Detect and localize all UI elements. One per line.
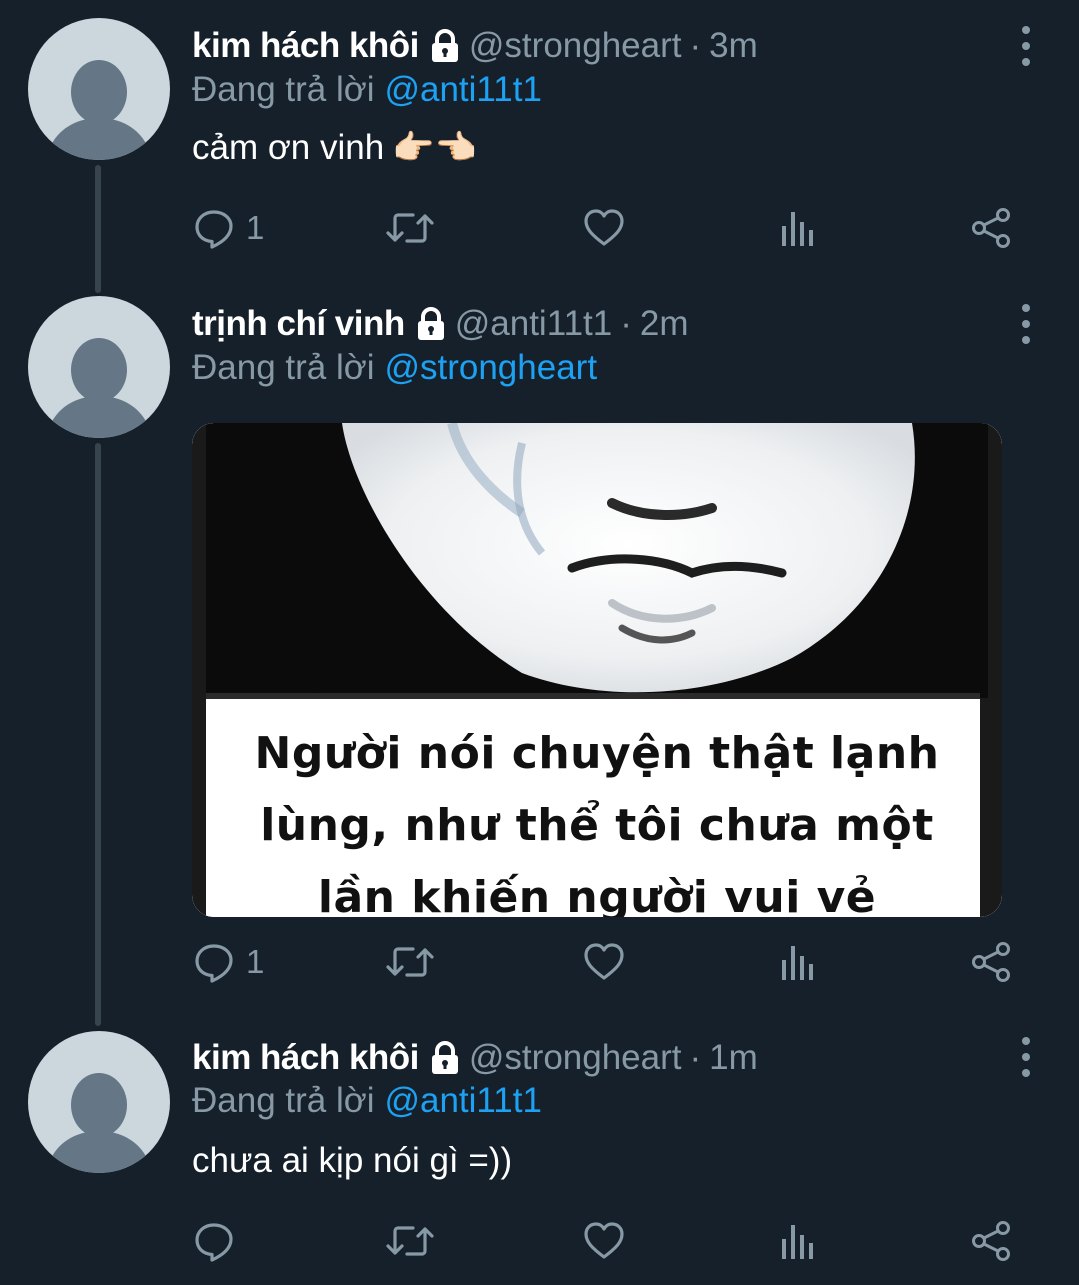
tweet-text: cảm ơn vinh 👉🏻👈🏻 [192, 124, 477, 172]
share-button[interactable] [970, 1216, 1014, 1266]
avatar[interactable] [28, 1031, 170, 1173]
heart-icon [582, 940, 626, 984]
retweet-icon [385, 940, 435, 984]
reply-count: 1 [246, 943, 265, 980]
avatar[interactable] [28, 296, 170, 438]
replying-to-label: Đang trả lời [192, 1081, 375, 1120]
share-icon [970, 1219, 1014, 1263]
avatar[interactable] [28, 18, 170, 160]
separator-dot: · [620, 304, 632, 343]
share-button[interactable] [970, 203, 1014, 253]
retweet-icon [385, 1219, 435, 1263]
timestamp[interactable]: 3m [709, 26, 758, 66]
replying-to-label: Đang trả lời [192, 348, 375, 387]
separator-dot: · [689, 26, 702, 65]
analytics-icon [779, 206, 819, 250]
reply-icon [192, 206, 236, 250]
tweet-actions [192, 1216, 1022, 1266]
tweet-text-content: cảm ơn vinh [192, 128, 385, 167]
tweet-actions: 1 [192, 203, 1022, 253]
analytics-icon [779, 1219, 819, 1263]
tweet[interactable]: kim hách khôi @strongheart · 3m Đang trả… [0, 0, 1079, 280]
share-button[interactable] [970, 937, 1014, 987]
share-icon [970, 940, 1014, 984]
display-name[interactable]: trịnh chí vinh [192, 304, 405, 344]
tweet-text-content: chưa ai kịp nói gì =)) [192, 1141, 513, 1180]
caption-line: lần khiến người vui vẻ [317, 872, 877, 917]
lock-icon [427, 28, 463, 64]
more-vertical-icon[interactable] [1019, 1037, 1033, 1077]
analytics-button[interactable] [779, 203, 819, 253]
tweet-text: chưa ai kịp nói gì =)) [192, 1137, 512, 1185]
replying-to-label: Đang trả lời [192, 70, 375, 109]
reply-icon [192, 940, 236, 984]
caption-line: lùng, như thể tôi chưa một [260, 800, 934, 851]
tweet-actions: 1 [192, 937, 1022, 987]
pointing-fingers-emoji: 👉🏻👈🏻 [392, 129, 477, 167]
replying-to: Đang trả lời @strongheart [192, 346, 597, 390]
reply-button[interactable]: 1 [192, 937, 264, 987]
tweet-media-image[interactable]: Người nói chuyện thật lạnh lùng, như thể… [192, 423, 1002, 917]
user-handle[interactable]: @anti11t1 [455, 304, 612, 344]
user-handle[interactable]: @strongheart [469, 26, 682, 66]
display-name[interactable]: kim hách khôi [192, 26, 419, 66]
share-icon [970, 206, 1014, 250]
analytics-icon [779, 940, 819, 984]
reply-count: 1 [246, 209, 265, 246]
retweet-button[interactable] [385, 1216, 435, 1266]
more-vertical-icon[interactable] [1019, 304, 1033, 344]
more-vertical-icon[interactable] [1019, 26, 1033, 66]
retweet-button[interactable] [385, 203, 435, 253]
retweet-button[interactable] [385, 937, 435, 987]
heart-icon [582, 206, 626, 250]
timestamp[interactable]: 2m [640, 304, 689, 344]
like-button[interactable] [582, 1216, 626, 1266]
replying-to-handle[interactable]: @strongheart [384, 348, 597, 388]
reply-icon [192, 1219, 236, 1263]
lock-icon [427, 1040, 463, 1076]
replying-to-handle[interactable]: @anti11t1 [384, 1081, 541, 1121]
analytics-button[interactable] [779, 937, 819, 987]
user-handle[interactable]: @strongheart [469, 1038, 682, 1078]
reply-button[interactable]: 1 [192, 203, 264, 253]
meme-caption: Người nói chuyện thật lạnh lùng, như thể… [192, 718, 1002, 917]
retweet-icon [385, 206, 435, 250]
lock-icon [413, 306, 449, 342]
analytics-button[interactable] [779, 1216, 819, 1266]
display-name[interactable]: kim hách khôi [192, 1038, 419, 1078]
separator-dot: · [689, 1038, 702, 1077]
like-button[interactable] [582, 937, 626, 987]
reply-button[interactable] [192, 1216, 246, 1266]
replying-to: Đang trả lời @anti11t1 [192, 1079, 542, 1123]
like-button[interactable] [582, 203, 626, 253]
heart-icon [582, 1219, 626, 1263]
replying-to-handle[interactable]: @anti11t1 [384, 70, 541, 110]
timestamp[interactable]: 1m [709, 1038, 758, 1078]
replying-to: Đang trả lời @anti11t1 [192, 68, 542, 112]
caption-line: Người nói chuyện thật lạnh [254, 728, 940, 779]
